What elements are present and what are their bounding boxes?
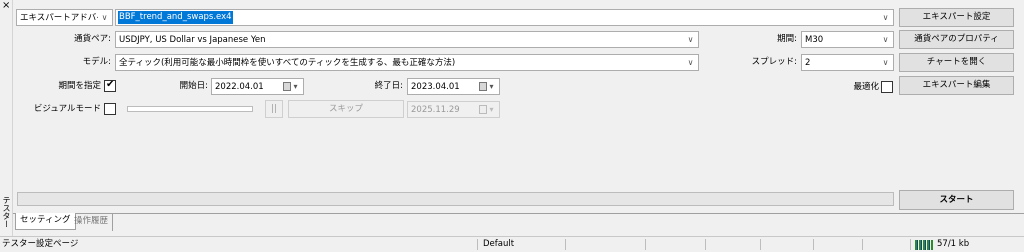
optimization-checkbox[interactable] bbox=[881, 81, 893, 93]
symbol-label: 通貨ペア: bbox=[74, 34, 111, 44]
tab-strip-line bbox=[13, 213, 1024, 214]
symbol-value: USDJPY, US Dollar vs Japanese Yen bbox=[119, 35, 266, 45]
use-date-label: 期間を指定 bbox=[58, 81, 101, 91]
chevron-down-icon: ▾ bbox=[489, 82, 494, 91]
chevron-down-icon: ∨ bbox=[882, 35, 889, 44]
spread-select[interactable]: 2 ∨ bbox=[801, 54, 894, 71]
chevron-down-icon: ∨ bbox=[101, 13, 108, 22]
pause-button[interactable]: || bbox=[265, 100, 283, 118]
period-value: M30 bbox=[805, 35, 824, 45]
from-date-label: 開始日: bbox=[179, 81, 208, 91]
model-value: 全ティック(利用可能な最小時間枠を使いすべてのティックを生成する、最も正確な方法… bbox=[119, 58, 456, 68]
spread-value: 2 bbox=[805, 58, 811, 68]
calendar-icon bbox=[283, 82, 291, 91]
to-date-label: 終了日: bbox=[374, 81, 403, 91]
to-date-picker[interactable]: 2023.04.01 ▾ bbox=[407, 78, 500, 95]
expert-type-select[interactable]: エキスパートアドバイザ ∨ bbox=[16, 9, 113, 26]
tab-settings-label: セッティング bbox=[20, 215, 71, 225]
from-date-picker[interactable]: 2022.04.01 ▾ bbox=[211, 78, 304, 95]
connection-bars-icon bbox=[915, 240, 933, 250]
visual-speed-slider[interactable] bbox=[127, 106, 253, 112]
use-date-checkbox[interactable]: ✔ bbox=[104, 79, 116, 92]
period-label: 期間: bbox=[777, 34, 797, 44]
expert-file-select[interactable]: BBF_trend_and_swaps.ex4 ∨ bbox=[115, 9, 894, 26]
chevron-down-icon: ∨ bbox=[687, 35, 694, 44]
symbol-properties-button[interactable]: 通貨ペアのプロパティ bbox=[899, 30, 1014, 49]
status-profile: Default bbox=[483, 239, 515, 249]
tester-sidebar: × テスター bbox=[0, 0, 13, 236]
checkmark-icon: ✔ bbox=[106, 79, 115, 90]
spread-label: スプレッド: bbox=[751, 57, 797, 67]
to-date-value: 2023.04.01 bbox=[411, 82, 460, 92]
tester-panel-title: テスター bbox=[2, 196, 11, 228]
period-select[interactable]: M30 ∨ bbox=[801, 31, 894, 48]
calendar-icon bbox=[479, 105, 487, 114]
chevron-down-icon: ▾ bbox=[489, 105, 494, 114]
status-bar: テスター設定ページ Default 57/1 kb bbox=[0, 236, 1024, 252]
chevron-down-icon: ▾ bbox=[293, 82, 298, 91]
chevron-down-icon: ∨ bbox=[882, 58, 889, 67]
status-text: テスター設定ページ bbox=[2, 239, 79, 249]
expert-file-value: BBF_trend_and_swaps.ex4 bbox=[118, 11, 233, 24]
visual-mode-checkbox[interactable] bbox=[104, 103, 116, 115]
model-label: モデル: bbox=[82, 57, 111, 67]
tab-journal-label: 操作履歴 bbox=[74, 216, 109, 226]
calendar-icon bbox=[479, 82, 487, 91]
from-date-value: 2022.04.01 bbox=[215, 82, 264, 92]
expert-type-value: エキスパートアドバイザ bbox=[20, 13, 98, 23]
visual-mode-label: ビジュアルモード bbox=[33, 104, 101, 114]
optimization-label: 最適化 bbox=[853, 82, 879, 92]
symbol-select[interactable]: USDJPY, US Dollar vs Japanese Yen ∨ bbox=[115, 31, 699, 48]
close-icon[interactable]: × bbox=[2, 1, 10, 11]
start-button[interactable]: スタート bbox=[899, 190, 1014, 210]
chevron-down-icon: ∨ bbox=[882, 13, 889, 22]
expert-settings-button[interactable]: エキスパート設定 bbox=[899, 8, 1014, 27]
tab-settings[interactable]: セッティング bbox=[15, 213, 76, 230]
model-select[interactable]: 全ティック(利用可能な最小時間枠を使いすべてのティックを生成する、最も正確な方法… bbox=[115, 54, 699, 71]
test-progress-bar bbox=[17, 192, 894, 206]
tab-journal[interactable]: 操作履歴 bbox=[70, 214, 114, 231]
skip-button[interactable]: スキップ bbox=[288, 100, 404, 118]
skip-date-picker[interactable]: 2025.11.29 ▾ bbox=[407, 101, 500, 118]
skip-date-value: 2025.11.29 bbox=[411, 105, 460, 115]
open-chart-button[interactable]: チャートを開く bbox=[899, 53, 1014, 72]
status-traffic: 57/1 kb bbox=[937, 239, 970, 249]
chevron-down-icon: ∨ bbox=[687, 58, 694, 67]
edit-expert-button[interactable]: エキスパート編集 bbox=[899, 76, 1014, 95]
